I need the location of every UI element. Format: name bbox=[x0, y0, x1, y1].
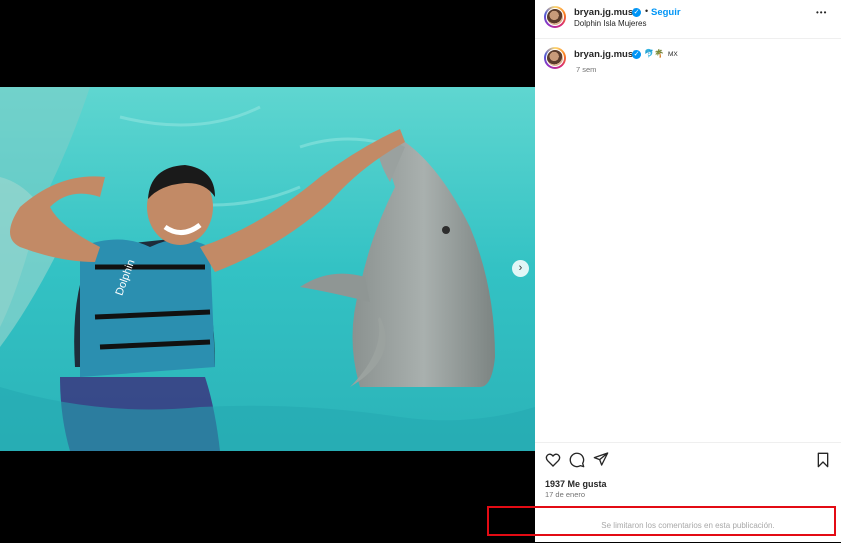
caption-age: 7 sem bbox=[576, 65, 597, 74]
post-photo: Dolphin bbox=[0, 87, 535, 451]
verified-badge-icon: ✓ bbox=[632, 8, 641, 17]
location-link[interactable]: Dolphin Isla Mujeres bbox=[574, 19, 646, 28]
media-viewer: Dolphin › bbox=[0, 0, 535, 542]
next-slide-button[interactable]: › bbox=[512, 260, 529, 277]
share-icon[interactable] bbox=[593, 451, 609, 467]
more-icon[interactable]: ••• bbox=[816, 8, 827, 17]
bookmark-icon[interactable] bbox=[815, 452, 831, 468]
likes-count[interactable]: 1937 Me gusta bbox=[545, 479, 607, 489]
chevron-right-icon: › bbox=[518, 262, 523, 274]
caption-avatar[interactable] bbox=[544, 47, 566, 69]
post-username[interactable]: bryan.jg.music bbox=[574, 7, 641, 18]
post-side-panel: bryan.jg.music ✓ • Seguir Dolphin Isla M… bbox=[535, 0, 841, 542]
comment-icon[interactable] bbox=[569, 452, 585, 468]
caption-username[interactable]: bryan.jg.music bbox=[574, 49, 641, 60]
separator-dot: • bbox=[645, 6, 649, 16]
caption-emojis: 🐬🌴 bbox=[644, 49, 664, 58]
highlight-annotation-box bbox=[487, 506, 836, 536]
follow-button[interactable]: Seguir bbox=[651, 7, 681, 18]
photo-illustration: Dolphin bbox=[0, 87, 535, 451]
heart-icon[interactable] bbox=[545, 452, 561, 468]
post-date: 17 de enero bbox=[545, 490, 586, 499]
caption-country: MX bbox=[668, 51, 678, 58]
post-header: bryan.jg.music ✓ • Seguir Dolphin Isla M… bbox=[535, 0, 841, 39]
avatar[interactable] bbox=[544, 6, 566, 28]
verified-badge-icon: ✓ bbox=[632, 50, 641, 59]
